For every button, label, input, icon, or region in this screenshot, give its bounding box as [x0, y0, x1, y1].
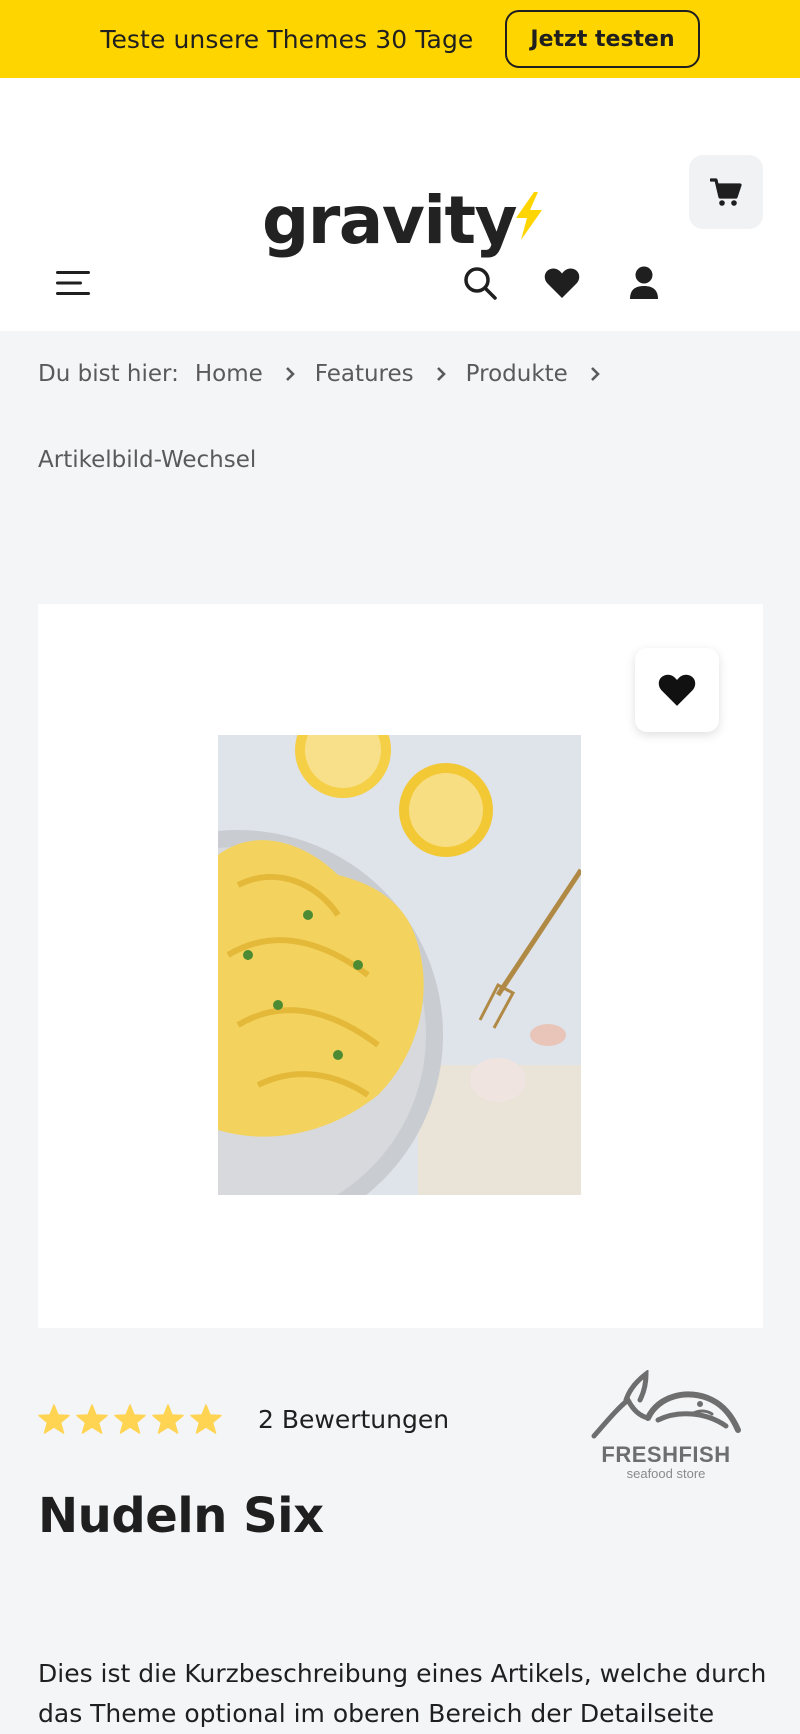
fish-icon — [591, 1368, 741, 1439]
breadcrumb-home[interactable]: Home — [195, 361, 263, 387]
try-now-button[interactable]: Jetzt testen — [505, 10, 700, 68]
breadcrumb-current[interactable]: Artikelbild-Wechsel — [38, 417, 762, 503]
rating-count[interactable]: 2 Bewertungen — [258, 1405, 449, 1434]
product-title: Nudeln Six — [38, 1488, 324, 1544]
product-short-description: Dies ist die Kurzbeschreibung eines Arti… — [38, 1659, 767, 1728]
promo-bar: Teste unsere Themes 30 Tage Jetzt testen — [0, 0, 800, 78]
product-image[interactable] — [218, 735, 581, 1195]
star-icon — [190, 1404, 222, 1434]
search-button[interactable] — [447, 250, 513, 316]
cart-button[interactable] — [689, 155, 763, 229]
breadcrumb-prefix: Du bist hier: — [38, 361, 179, 387]
manufacturer-logo[interactable]: FRESHFISH seafood store — [588, 1368, 744, 1482]
rating-row[interactable]: 2 Bewertungen — [38, 1404, 449, 1434]
chevron-right-icon — [285, 366, 295, 382]
heart-icon — [544, 268, 580, 298]
breadcrumb-produkte[interactable]: Produkte — [466, 361, 568, 387]
cart-icon — [710, 178, 742, 206]
star-icon — [76, 1404, 108, 1434]
header-toolbar — [0, 243, 800, 323]
chevron-right-icon — [590, 366, 600, 382]
user-icon — [630, 266, 658, 299]
menu-button[interactable] — [48, 257, 100, 309]
lightning-icon — [516, 192, 543, 240]
star-icon — [38, 1404, 70, 1434]
heart-icon — [658, 674, 696, 706]
brand-tagline: seafood store — [626, 1466, 706, 1481]
account-button[interactable] — [611, 250, 677, 316]
chevron-right-icon — [436, 366, 446, 382]
promo-text: Teste unsere Themes 30 Tage — [100, 24, 474, 54]
add-to-wishlist-button[interactable] — [635, 648, 719, 732]
product-image-gallery[interactable] — [38, 604, 763, 1328]
search-icon — [464, 267, 497, 300]
wishlist-button[interactable] — [529, 250, 595, 316]
star-icon — [152, 1404, 184, 1434]
brand-name: FRESHFISH — [601, 1442, 731, 1467]
breadcrumb-features[interactable]: Features — [315, 361, 414, 387]
site-header: gravity — [0, 78, 800, 331]
rating-stars — [38, 1404, 222, 1434]
breadcrumb: Du bist hier: Home Features Produkte Art… — [38, 331, 762, 503]
star-icon — [114, 1404, 146, 1434]
menu-icon — [56, 271, 90, 295]
